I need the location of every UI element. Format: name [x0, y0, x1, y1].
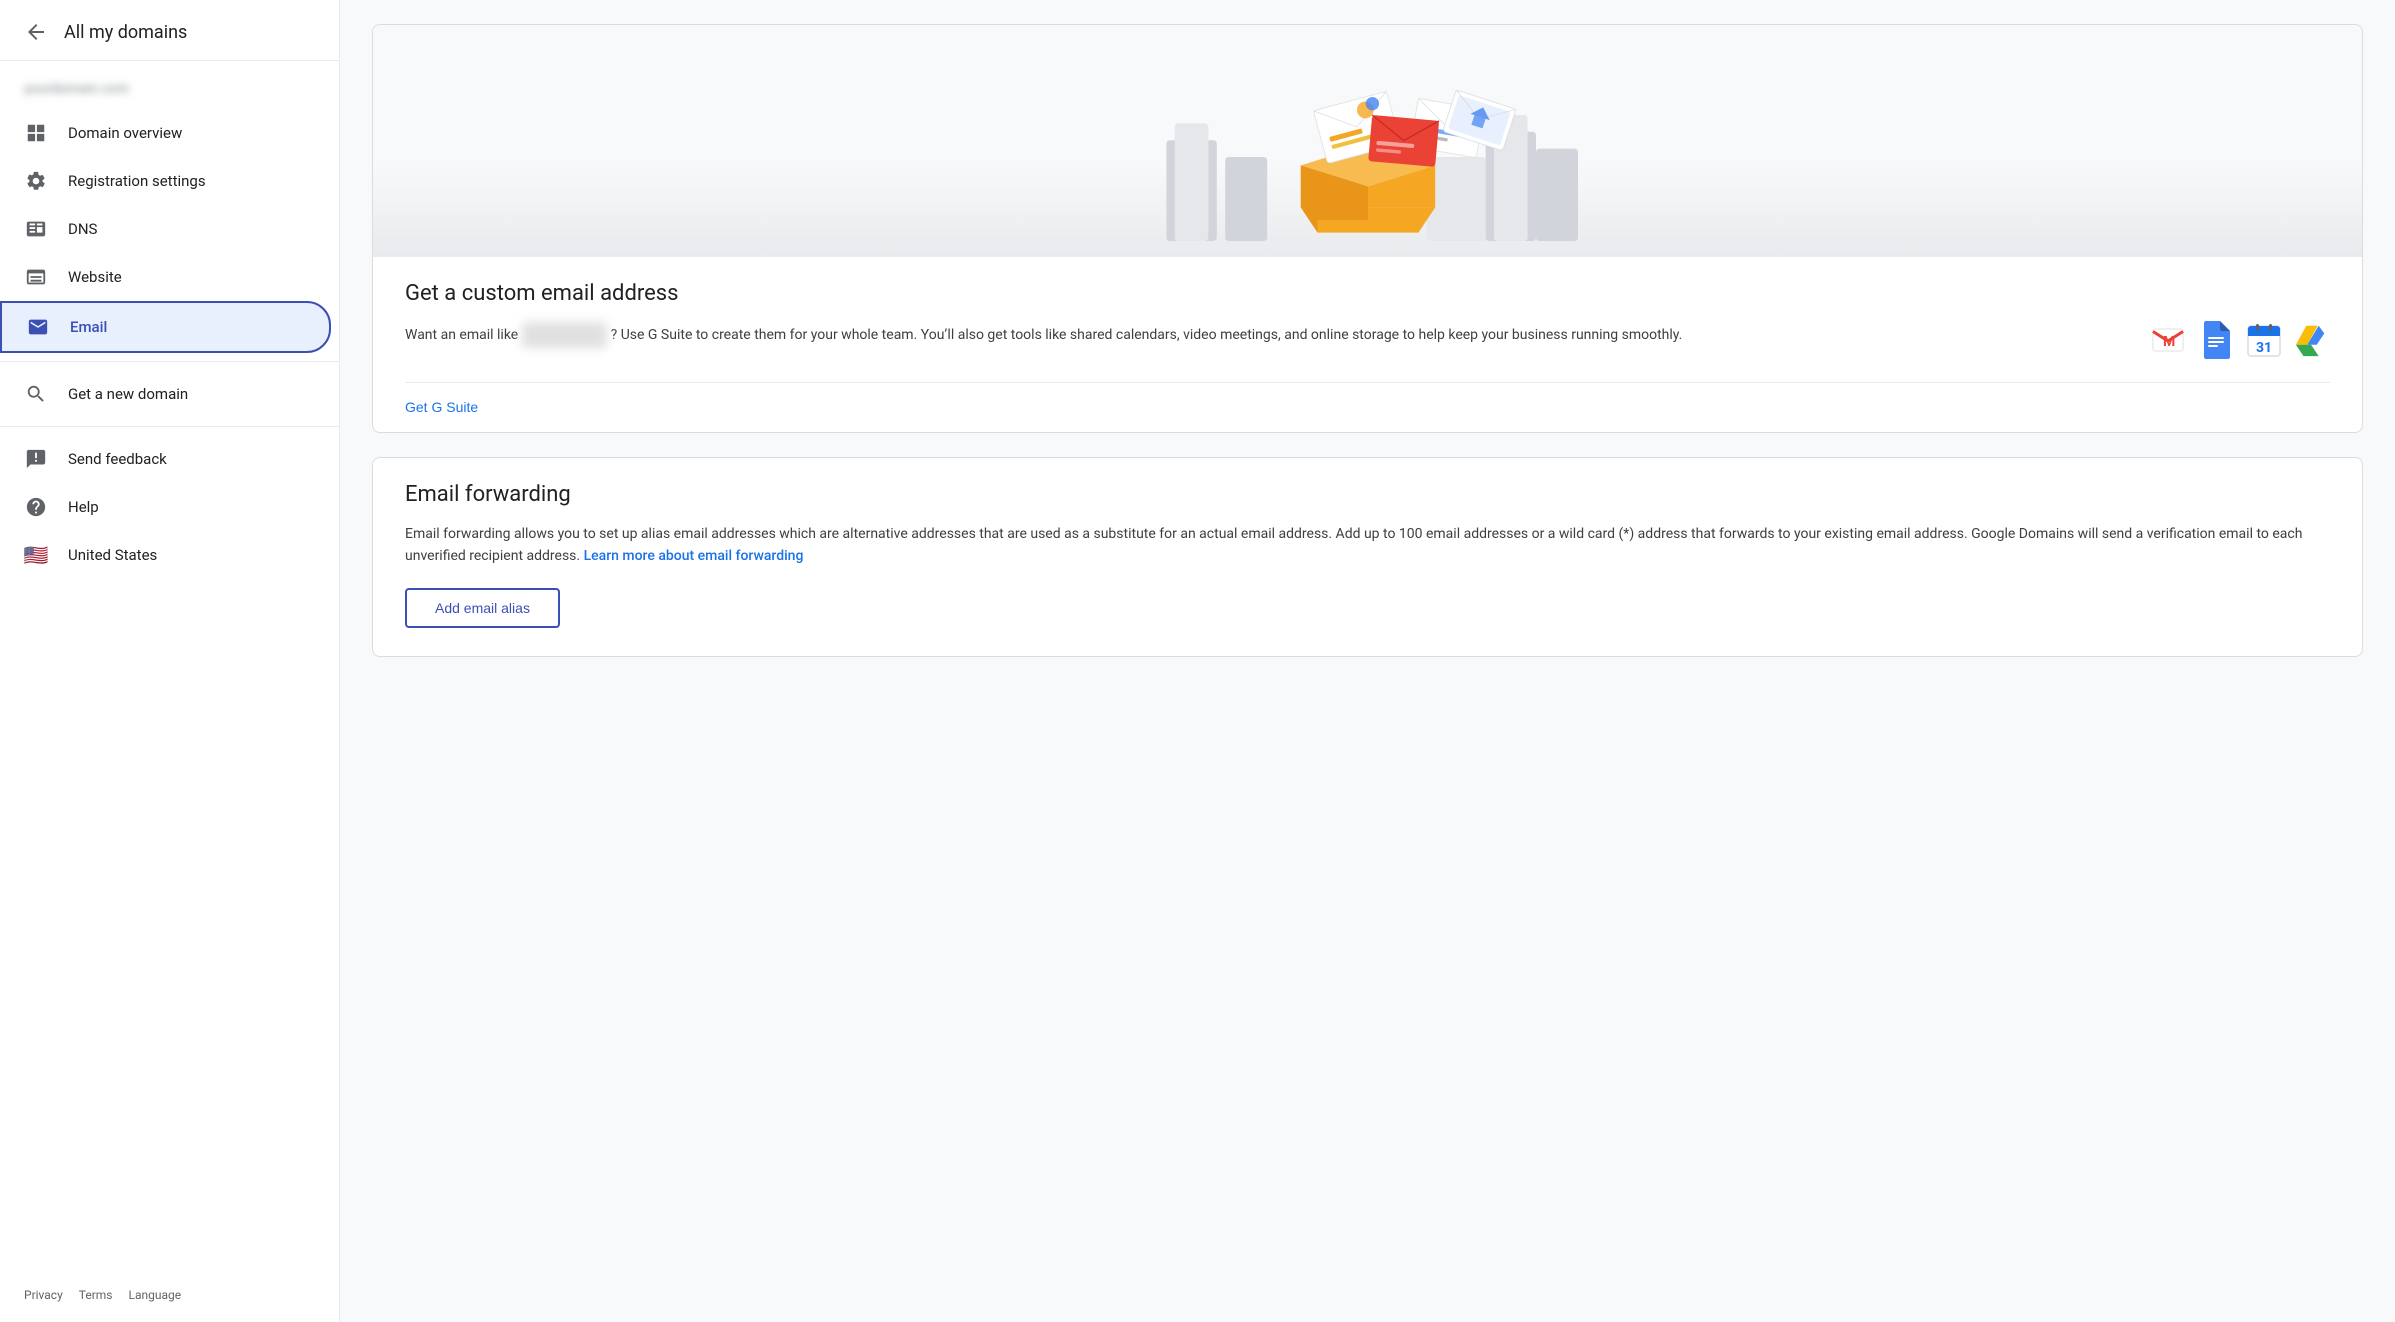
docs-icon: [2198, 322, 2234, 358]
dns-icon: [24, 217, 48, 241]
sidebar-item-domain-overview-label: Domain overview: [68, 124, 182, 142]
settings-icon: [24, 169, 48, 193]
sidebar-item-domain-overview[interactable]: Domain overview: [0, 109, 331, 157]
search-icon: [24, 382, 48, 406]
custom-email-title: Get a custom email address: [405, 281, 2330, 306]
gsuite-icons-group: M: [2150, 322, 2330, 358]
back-button[interactable]: [24, 20, 48, 44]
email-illustration: [1158, 57, 1578, 257]
forwarding-card-body: Email forwarding Email forwarding allows…: [373, 458, 2362, 656]
email-forwarding-card: Email forwarding Email forwarding allows…: [372, 457, 2363, 657]
sidebar-item-registration-settings[interactable]: Registration settings: [0, 157, 331, 205]
sidebar-item-registration-settings-label: Registration settings: [68, 172, 206, 190]
sidebar-item-website[interactable]: Website: [0, 253, 331, 301]
main-content: Get a custom email address Want an email…: [340, 0, 2395, 1322]
svg-text:M: M: [2163, 334, 2175, 350]
sidebar-item-get-new-domain-label: Get a new domain: [68, 385, 188, 403]
forwarding-title: Email forwarding: [405, 482, 2330, 507]
sidebar-item-help-label: Help: [68, 498, 99, 516]
footer-language-link[interactable]: Language: [129, 1288, 182, 1302]
website-icon: [24, 265, 48, 289]
sidebar-item-united-states[interactable]: 🇺🇸 United States: [0, 531, 331, 579]
sidebar-item-send-feedback[interactable]: Send feedback: [0, 435, 331, 483]
sidebar-item-united-states-label: United States: [68, 546, 157, 564]
description-part2: ? Use G Suite to create them for your wh…: [611, 327, 1683, 343]
flag-icon: 🇺🇸: [24, 543, 48, 567]
help-icon: [24, 495, 48, 519]
forwarding-description: Email forwarding allows you to set up al…: [405, 523, 2330, 568]
sidebar-item-dns[interactable]: DNS: [0, 205, 331, 253]
footer-links: Privacy Terms Language: [0, 1276, 339, 1314]
footer-privacy-link[interactable]: Privacy: [24, 1288, 63, 1302]
description-part1: Want an email like: [405, 327, 518, 343]
footer-terms-link[interactable]: Terms: [79, 1288, 113, 1302]
divider-lower: [0, 426, 339, 427]
sidebar: All my domains yourdomain.com Domain ove…: [0, 0, 340, 1322]
custom-email-description-text: Want an email like ? Use G Suite to crea…: [405, 322, 2126, 348]
sidebar-item-help[interactable]: Help: [0, 483, 331, 531]
custom-email-card: Get a custom email address Want an email…: [372, 24, 2363, 433]
sidebar-item-email-label: Email: [70, 318, 107, 336]
calendar-icon: 31: [2246, 322, 2282, 358]
add-email-alias-button[interactable]: Add email alias: [405, 588, 560, 628]
back-label: All my domains: [64, 22, 187, 43]
domain-name: yourdomain.com: [0, 69, 339, 109]
blurred-email-address: [522, 322, 607, 348]
get-gsuite-button[interactable]: Get G Suite: [405, 399, 478, 415]
get-gsuite-action: Get G Suite: [373, 383, 2362, 432]
divider-top: [0, 60, 339, 61]
sidebar-item-email[interactable]: Email: [0, 301, 331, 353]
sidebar-item-website-label: Website: [68, 268, 122, 286]
sidebar-header: All my domains: [0, 0, 339, 60]
learn-more-link[interactable]: Learn more about email forwarding: [584, 548, 804, 564]
main-nav: Domain overview Registration settings DN…: [0, 109, 339, 353]
email-icon: [26, 315, 50, 339]
divider-mid: [0, 361, 339, 362]
custom-email-card-body: Get a custom email address Want an email…: [373, 257, 2362, 382]
svg-text:31: 31: [2256, 340, 2272, 356]
sidebar-item-get-new-domain[interactable]: Get a new domain: [0, 370, 331, 418]
sidebar-footer: Privacy Terms Language: [0, 1268, 339, 1322]
grid-icon: [24, 121, 48, 145]
feedback-icon: [24, 447, 48, 471]
custom-email-description: Want an email like ? Use G Suite to crea…: [405, 322, 2330, 358]
gmail-icon: M: [2150, 322, 2186, 358]
illustration-area: [373, 25, 2362, 257]
drive-icon: [2294, 322, 2330, 358]
sidebar-item-dns-label: DNS: [68, 220, 97, 238]
sidebar-item-send-feedback-label: Send feedback: [68, 450, 167, 468]
